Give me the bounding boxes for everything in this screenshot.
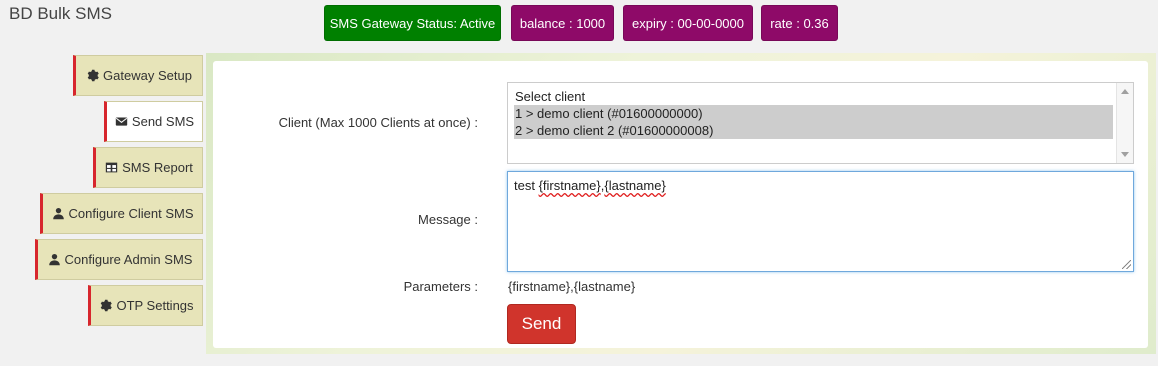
scroll-up-arrow-icon[interactable] <box>1121 89 1129 94</box>
sidebar-item-label: Configure Admin SMS <box>64 252 193 267</box>
sidebar-item-configure-client-sms[interactable]: Configure Client SMS <box>40 193 203 234</box>
client-multiselect[interactable]: Select client 1 > demo client (#01600000… <box>507 82 1134 164</box>
user-icon <box>52 207 65 220</box>
sidebar-item-gateway-setup[interactable]: Gateway Setup <box>73 55 203 96</box>
client-option-placeholder[interactable]: Select client <box>514 88 1113 105</box>
client-option[interactable]: 2 > demo client 2 (#01600000008) <box>514 122 1113 139</box>
sidebar-item-otp-settings[interactable]: OTP Settings <box>88 285 203 326</box>
send-button[interactable]: Send <box>507 304 576 344</box>
app-title: BD Bulk SMS <box>9 4 112 23</box>
message-token-firstname: {firstname} <box>538 178 601 193</box>
balance-badge: balance : 1000 <box>511 5 614 41</box>
message-text: test <box>514 178 539 193</box>
sidebar-item-label: SMS Report <box>122 160 193 175</box>
message-label: Message : <box>418 212 478 227</box>
gear-icon <box>86 69 99 82</box>
envelope-icon <box>115 115 128 128</box>
message-token-lastname: {lastname} <box>604 178 666 193</box>
parameters-value: {firstname},{lastname} <box>508 279 636 294</box>
rate-badge: rate : 0.36 <box>761 5 838 41</box>
gateway-status-badge: SMS Gateway Status: Active <box>324 5 501 41</box>
gear-icon <box>99 299 113 312</box>
sidebar-item-sms-report[interactable]: SMS Report <box>93 147 203 188</box>
sidebar-item-send-sms[interactable]: Send SMS <box>104 101 203 142</box>
resize-grip-icon[interactable] <box>1122 260 1131 269</box>
user-icon <box>48 253 61 266</box>
parameters-label: Parameters : <box>403 279 478 294</box>
expiry-badge: expiry : 00-00-0000 <box>623 5 753 41</box>
client-label: Client (Max 1000 Clients at once) : <box>278 115 478 130</box>
client-option[interactable]: 1 > demo client (#01600000000) <box>514 105 1113 122</box>
sidebar-item-label: OTP Settings <box>116 298 194 313</box>
sidebar-item-configure-admin-sms[interactable]: Configure Admin SMS <box>35 239 203 280</box>
client-list-scrollbar[interactable] <box>1116 83 1133 163</box>
message-textarea[interactable]: test {firstname},{lastname} <box>507 171 1134 272</box>
table-icon <box>105 161 118 174</box>
sidebar-item-label: Gateway Setup <box>103 68 192 83</box>
scroll-down-arrow-icon[interactable] <box>1121 152 1129 157</box>
sidebar-item-label: Configure Client SMS <box>68 206 194 221</box>
sidebar-item-label: Send SMS <box>131 114 195 129</box>
